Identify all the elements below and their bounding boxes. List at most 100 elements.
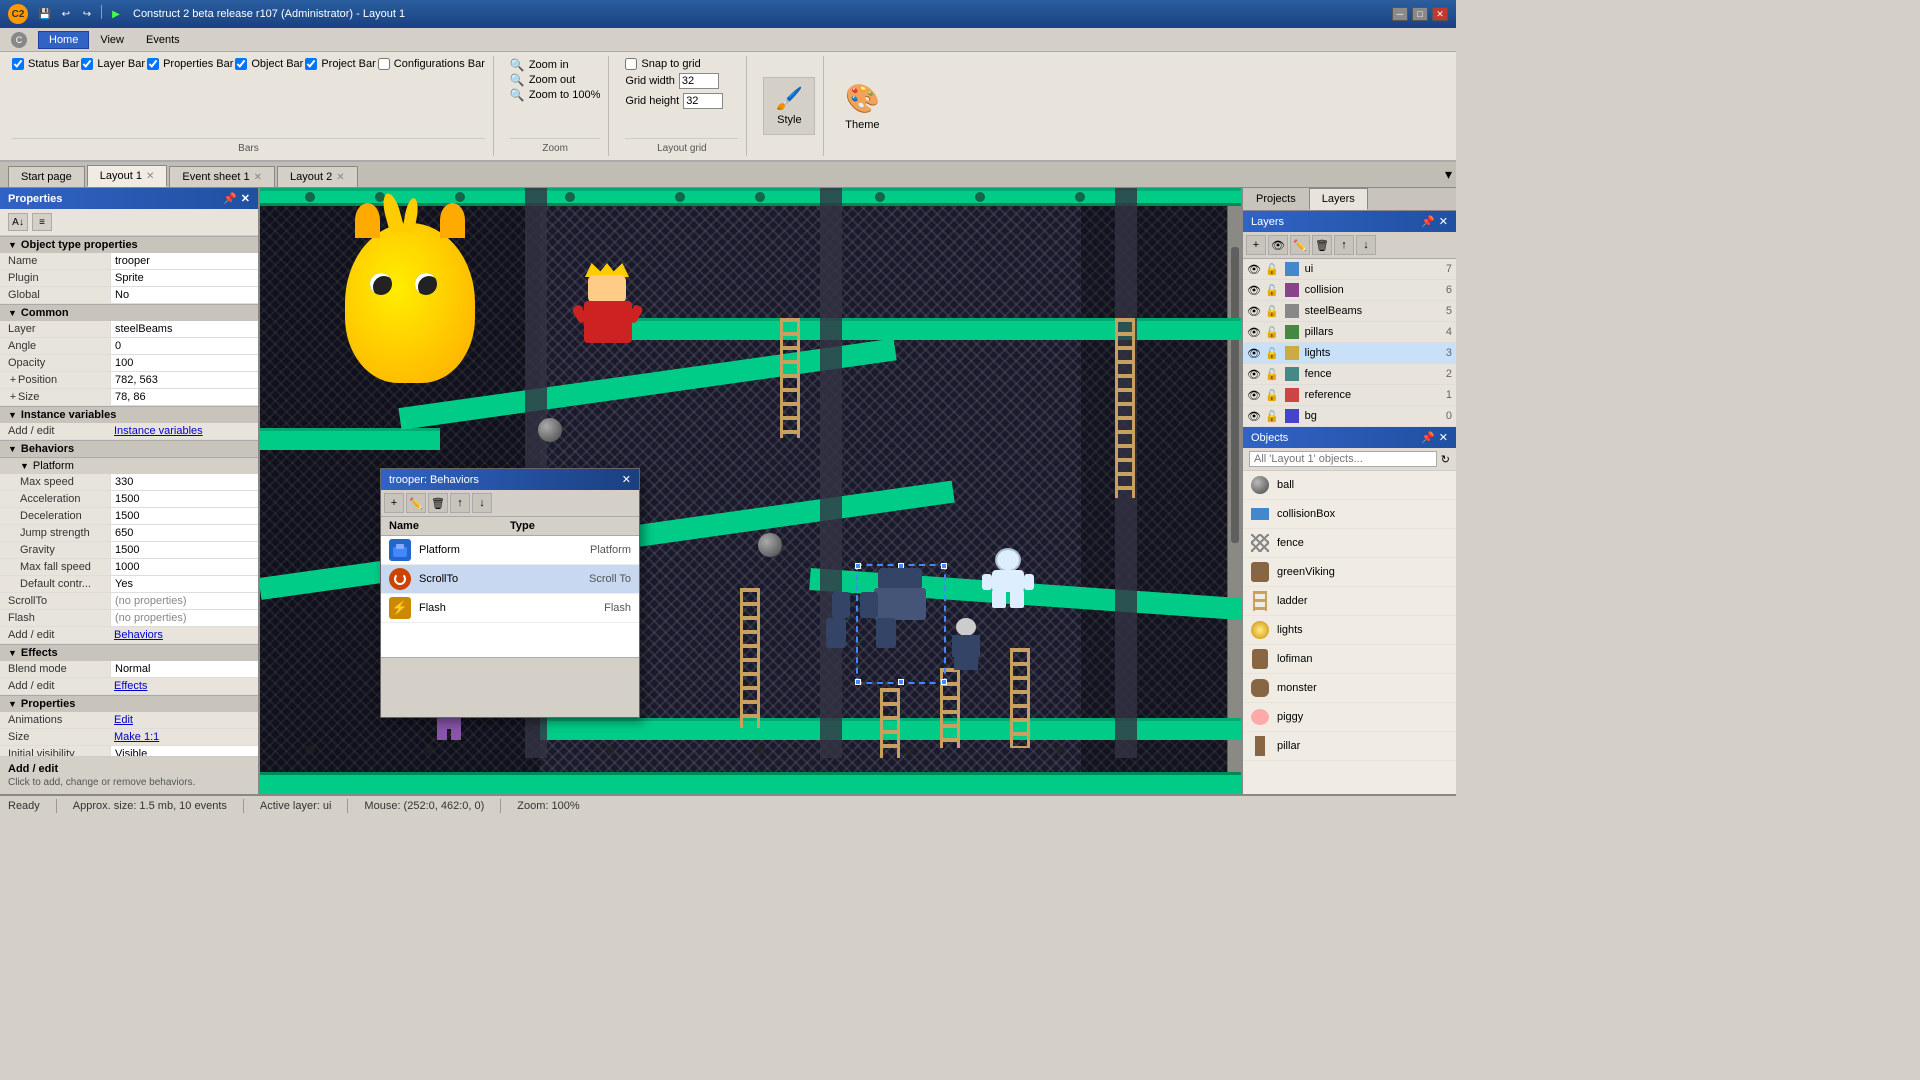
layer-lock-icon[interactable]: 🔓 xyxy=(1265,284,1279,297)
object-piggy[interactable]: piggy xyxy=(1243,703,1456,732)
properties-sub-section[interactable]: ▼ Properties xyxy=(0,695,258,712)
behaviors-move-down-btn[interactable]: ↓ xyxy=(472,493,492,513)
tab-layout-2[interactable]: Layout 2 ✕ xyxy=(277,166,358,187)
behaviors-section[interactable]: ▼ Behaviors xyxy=(0,440,258,457)
layer-fence[interactable]: 👁 🔓 fence 2 xyxy=(1243,364,1456,385)
properties-pin-icon[interactable]: 📌 xyxy=(223,192,237,205)
object-bar-toggle[interactable]: Object Bar xyxy=(235,58,303,70)
behavior-platform-row[interactable]: Platform Platform xyxy=(381,536,639,565)
tab-layout-1[interactable]: Layout 1 ✕ xyxy=(87,165,168,187)
save-icon[interactable]: 💾 xyxy=(36,5,54,23)
undo-icon[interactable]: ↩ xyxy=(57,5,75,23)
layer-vis-icon[interactable]: 👁 xyxy=(1247,305,1261,318)
properties-close-icon[interactable]: ✕ xyxy=(241,192,250,205)
layer-lock-icon[interactable]: 🔓 xyxy=(1265,305,1279,318)
layers-delete-btn[interactable]: 🗑 xyxy=(1312,235,1332,255)
layers-pin-icon[interactable]: 📌 xyxy=(1421,215,1435,228)
object-fence[interactable]: fence xyxy=(1243,529,1456,558)
layer-bg[interactable]: 👁 🔓 bg 0 xyxy=(1243,406,1456,427)
object-collision-box[interactable]: collisionBox xyxy=(1243,500,1456,529)
prop-behaviors-link[interactable]: Behaviors xyxy=(110,627,258,643)
layer-lock-icon[interactable]: 🔓 xyxy=(1265,368,1279,381)
layer-vis-icon[interactable]: 👁 xyxy=(1247,347,1261,360)
menu-home[interactable]: Home xyxy=(38,31,89,49)
layer-lock-icon[interactable]: 🔓 xyxy=(1265,389,1279,402)
behaviors-add-btn[interactable]: + xyxy=(384,493,404,513)
close-btn[interactable]: ✕ xyxy=(1432,7,1448,21)
object-type-section[interactable]: ▼ Object type properties xyxy=(0,236,258,253)
prop-default-controls-value[interactable]: Yes xyxy=(110,576,258,592)
prop-jump-strength-value[interactable]: 650 xyxy=(110,525,258,541)
prop-acceleration-value[interactable]: 1500 xyxy=(110,491,258,507)
platform-subsection[interactable]: ▼ Platform xyxy=(0,457,258,474)
layer-vis-icon[interactable]: 👁 xyxy=(1247,410,1261,423)
menu-view[interactable]: View xyxy=(89,31,135,49)
zoom-in-btn[interactable]: 🔍 Zoom in xyxy=(510,58,569,72)
prop-animations-link[interactable]: Edit xyxy=(110,712,258,728)
layers-edit-btn[interactable]: ✏️ xyxy=(1290,235,1310,255)
objects-filter-input[interactable] xyxy=(1249,451,1437,467)
prop-angle-value[interactable]: 0 xyxy=(110,338,258,354)
zoom-100-btn[interactable]: 🔍 Zoom to 100% xyxy=(510,88,601,102)
menu-file[interactable]: C xyxy=(4,29,38,51)
object-greenviking[interactable]: greenViking xyxy=(1243,558,1456,587)
layer-lock-icon[interactable]: 🔓 xyxy=(1265,410,1279,423)
object-pillar[interactable]: pillar xyxy=(1243,732,1456,761)
layer-pillars[interactable]: 👁 🔓 pillars 4 xyxy=(1243,322,1456,343)
layer-reference[interactable]: 👁 🔓 reference 1 xyxy=(1243,385,1456,406)
common-section[interactable]: ▼ Common xyxy=(0,304,258,321)
prop-name-value[interactable]: trooper xyxy=(110,253,258,269)
layer-vis-icon[interactable]: 👁 xyxy=(1247,284,1261,297)
objects-close-icon[interactable]: ✕ xyxy=(1439,431,1448,444)
behavior-scrollto-row[interactable]: ScrollTo Scroll To xyxy=(381,565,639,594)
tab-layout-2-close[interactable]: ✕ xyxy=(336,172,344,183)
prop-size-value[interactable]: 78, 86 xyxy=(110,389,258,405)
layer-lock-icon[interactable]: 🔓 xyxy=(1265,263,1279,276)
status-bar-toggle[interactable]: Status Bar xyxy=(12,58,79,70)
layer-vis-icon[interactable]: 👁 xyxy=(1247,326,1261,339)
objects-pin-icon[interactable]: 📌 xyxy=(1421,431,1435,444)
grid-height-input[interactable] xyxy=(683,93,723,109)
layers-eye-btn[interactable]: 👁 xyxy=(1268,235,1288,255)
object-lights[interactable]: lights xyxy=(1243,616,1456,645)
layer-lights[interactable]: 👁 🔓 lights 3 xyxy=(1243,343,1456,364)
behavior-flash-row[interactable]: ⚡ Flash Flash xyxy=(381,594,639,623)
behaviors-move-up-btn[interactable]: ↑ xyxy=(450,493,470,513)
configurations-bar-toggle[interactable]: Configurations Bar xyxy=(378,58,485,70)
layers-add-btn[interactable]: + xyxy=(1246,235,1266,255)
prop-effects-link[interactable]: Effects xyxy=(110,678,258,694)
behaviors-delete-btn[interactable]: 🗑 xyxy=(428,493,448,513)
prop-opacity-value[interactable]: 100 xyxy=(110,355,258,371)
layer-bar-toggle[interactable]: Layer Bar xyxy=(81,58,145,70)
prop-blend-mode-value[interactable]: Normal xyxy=(110,661,258,677)
tab-start-page[interactable]: Start page xyxy=(8,166,85,187)
layer-vis-icon[interactable]: 👁 xyxy=(1247,368,1261,381)
instance-vars-section[interactable]: ▼ Instance variables xyxy=(0,406,258,423)
prop-initial-visibility-value[interactable]: Visible xyxy=(110,746,258,756)
minimize-btn[interactable]: ─ xyxy=(1392,7,1408,21)
prop-max-speed-value[interactable]: 330 xyxy=(110,474,258,490)
redo-icon[interactable]: ↪ xyxy=(78,5,96,23)
tab-layers[interactable]: Layers xyxy=(1309,188,1368,210)
effects-section[interactable]: ▼ Effects xyxy=(0,644,258,661)
tab-event-sheet-1[interactable]: Event sheet 1 ✕ xyxy=(169,166,275,187)
tab-layout-1-close[interactable]: ✕ xyxy=(146,171,154,182)
canvas-area[interactable]: trooper: Behaviors ✕ + ✏️ 🗑 ↑ ↓ Name Typ… xyxy=(260,188,1241,794)
object-ball[interactable]: ball xyxy=(1243,471,1456,500)
properties-bar-toggle[interactable]: Properties Bar xyxy=(147,58,233,70)
layers-close-icon[interactable]: ✕ xyxy=(1439,215,1448,228)
tab-projects[interactable]: Projects xyxy=(1243,188,1309,210)
layers-down-btn[interactable]: ↓ xyxy=(1356,235,1376,255)
behaviors-close-icon[interactable]: ✕ xyxy=(622,473,631,486)
menu-events[interactable]: Events xyxy=(135,31,191,49)
zoom-out-btn[interactable]: 🔍 Zoom out xyxy=(510,73,575,87)
layer-collision[interactable]: 👁 🔓 collision 6 xyxy=(1243,280,1456,301)
behaviors-edit-btn[interactable]: ✏️ xyxy=(406,493,426,513)
prop-size-prop-link[interactable]: Make 1:1 xyxy=(110,729,258,745)
prop-deceleration-value[interactable]: 1500 xyxy=(110,508,258,524)
snap-to-grid-toggle[interactable]: Snap to grid xyxy=(625,58,700,70)
sort-az-btn[interactable]: A↓ xyxy=(8,213,28,231)
prop-layer-value[interactable]: steelBeams xyxy=(110,321,258,337)
objects-refresh-icon[interactable]: ↻ xyxy=(1441,453,1450,466)
prop-max-fall-speed-value[interactable]: 1000 xyxy=(110,559,258,575)
